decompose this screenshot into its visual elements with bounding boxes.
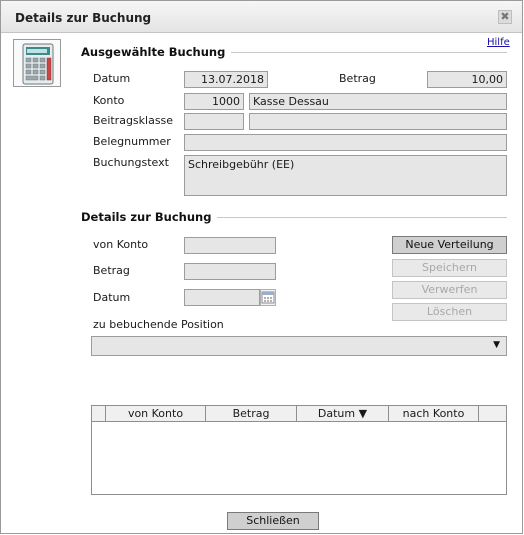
table-header-filler <box>479 406 507 421</box>
belegnummer-label: Belegnummer <box>93 135 171 148</box>
betrag-field: 10,00 <box>427 71 507 88</box>
calendar-icon[interactable] <box>260 289 276 306</box>
close-button[interactable]: Schließen <box>227 512 319 530</box>
beitragsklasse-label: Beitragsklasse <box>93 114 174 127</box>
column-header-datum[interactable]: Datum ▼ <box>297 406 389 421</box>
buchungstext-label: Buchungstext <box>93 156 169 169</box>
beitragsklasse-code-field <box>184 113 244 130</box>
delete-button[interactable]: Löschen <box>392 303 507 321</box>
konto-name-field: Kasse Dessau <box>249 93 507 110</box>
table-header: von Konto Betrag Datum ▼ nach Konto <box>92 406 506 422</box>
section-title-booking-details: Details zur Buchung <box>81 210 218 224</box>
distribution-table: von Konto Betrag Datum ▼ nach Konto <box>91 405 507 495</box>
calculator-icon <box>13 39 61 87</box>
betrag-input-label: Betrag <box>93 264 130 277</box>
section-title-selected-booking: Ausgewählte Buchung <box>81 45 232 59</box>
chevron-down-icon: ▼ <box>493 340 500 350</box>
column-header-betrag[interactable]: Betrag <box>206 406 297 421</box>
datum-field: 13.07.2018 <box>184 71 268 88</box>
save-button[interactable]: Speichern <box>392 259 507 277</box>
dialog-title: Details zur Buchung <box>15 11 152 25</box>
von-konto-label: von Konto <box>93 238 149 251</box>
datum-input-label: Datum <box>93 291 131 304</box>
konto-number-field: 1000 <box>184 93 244 110</box>
konto-label: Konto <box>93 94 125 107</box>
position-label: zu bebuchende Position <box>93 318 224 331</box>
column-header-nach-konto[interactable]: nach Konto <box>389 406 479 421</box>
datum-input[interactable] <box>184 289 260 306</box>
table-header-selector <box>92 406 106 421</box>
betrag-input[interactable] <box>184 263 276 280</box>
close-icon[interactable]: ✖ <box>498 10 512 24</box>
beitragsklasse-name-field <box>249 113 507 130</box>
position-select[interactable]: ▼ <box>91 336 507 356</box>
betrag-label: Betrag <box>339 72 376 85</box>
belegnummer-field <box>184 134 507 151</box>
datum-label: Datum <box>93 72 131 85</box>
discard-button[interactable]: Verwerfen <box>392 281 507 299</box>
column-header-von-konto[interactable]: von Konto <box>106 406 206 421</box>
buchungstext-field: Schreibgebühr (EE) <box>184 155 507 196</box>
new-distribution-button[interactable]: Neue Verteilung <box>392 236 507 254</box>
title-bar: Details zur Buchung ✖ <box>1 1 522 33</box>
booking-details-dialog: Details zur Buchung ✖ Hilfe Ausgewählte … <box>0 0 523 534</box>
help-link[interactable]: Hilfe <box>487 37 510 48</box>
von-konto-input[interactable] <box>184 237 276 254</box>
